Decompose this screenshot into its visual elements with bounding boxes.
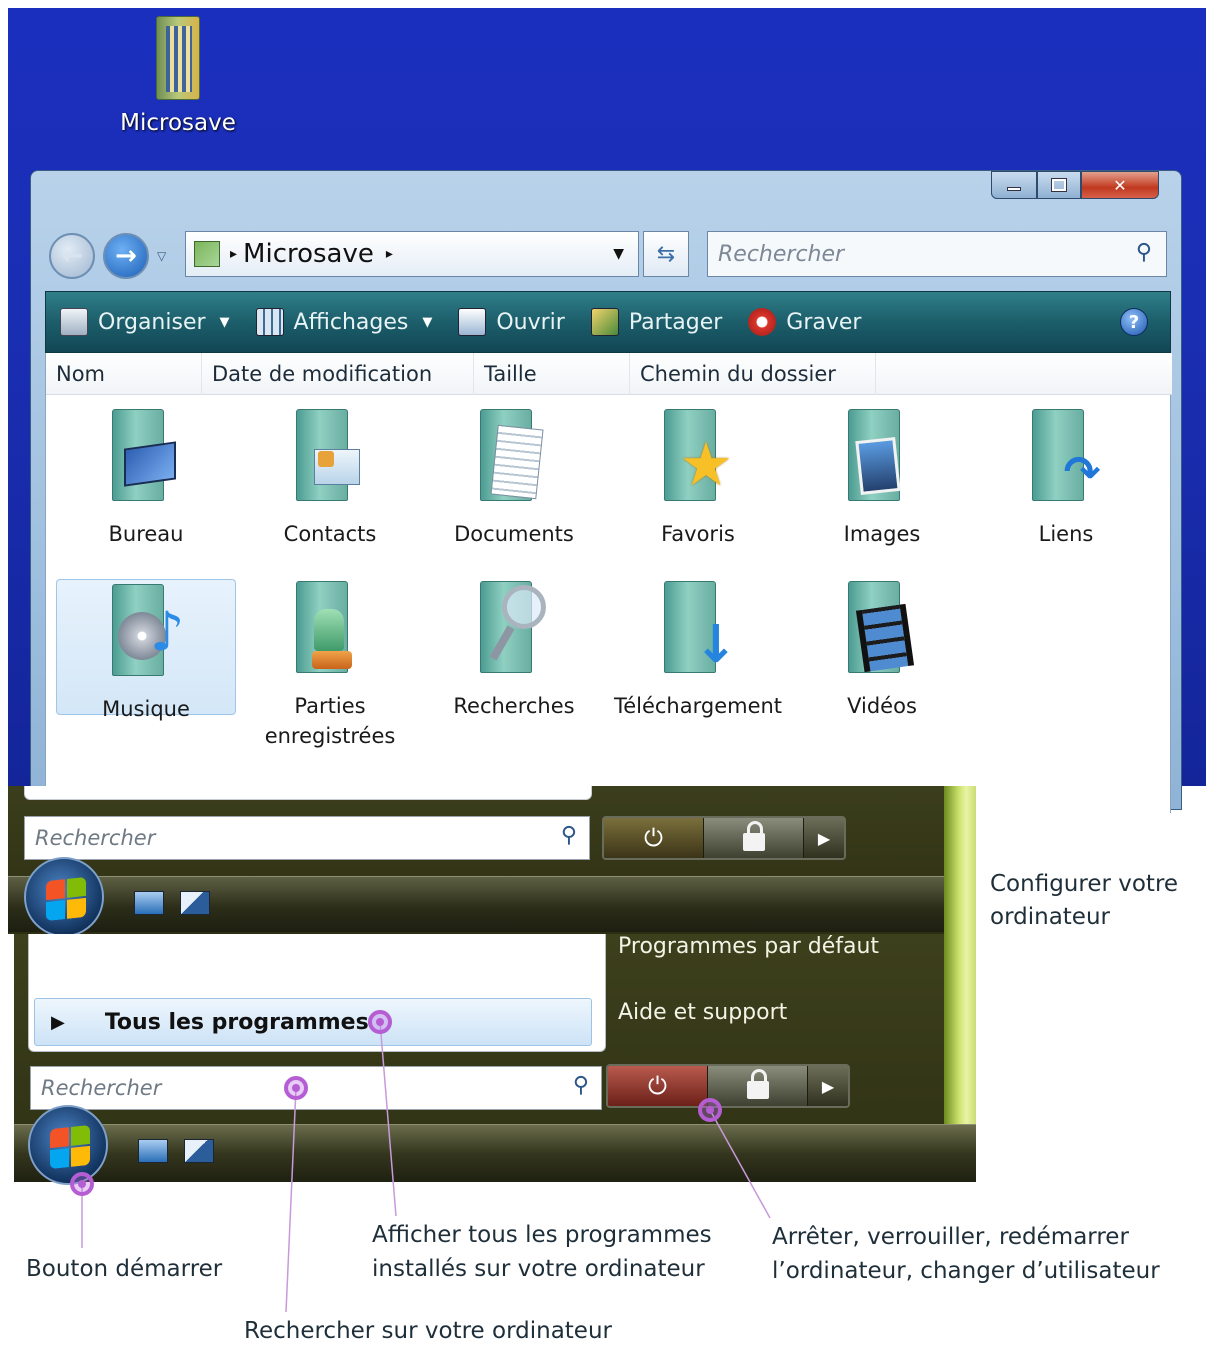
callout-marker [284,1076,308,1100]
callout-marker [70,1172,94,1196]
annotation-all-programs: Afficher tous les programmes installés s… [372,1218,712,1286]
callout-lines [81,1021,771,1313]
callout-marker [698,1098,722,1122]
annotation-text: l’ordinateur, changer d’utilisateur [772,1258,1160,1284]
annotation-text: installés sur votre ordinateur [372,1256,705,1282]
annotation-start-button: Bouton démarrer [26,1256,223,1282]
annotation-text: Arrêter, verrouiller, redémarrer [772,1224,1129,1250]
annotation-text: Afficher tous les programmes [372,1222,712,1248]
annotation-search: Rechercher sur votre ordinateur [244,1318,612,1344]
annotation-power: Arrêter, verrouiller, redémarrer l’ordin… [772,1220,1160,1288]
callout-marker [368,1010,392,1034]
